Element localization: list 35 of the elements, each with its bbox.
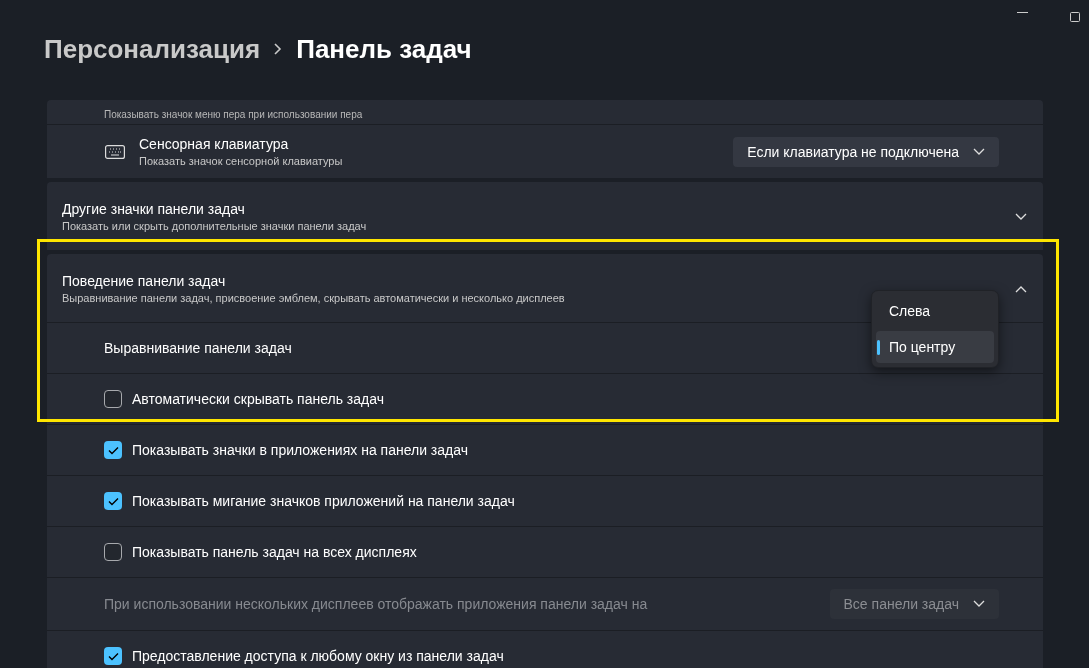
chevron-up-icon — [1015, 285, 1027, 293]
expander-card[interactable]: Другие значки панели задач Показать или скрыть дополнительные значки панели задач — [47, 182, 1043, 250]
checkbox[interactable] — [104, 647, 122, 665]
check-icon — [107, 445, 119, 455]
checkbox-label: Показывать значки в приложениях на панели задач — [132, 442, 468, 458]
setting-description: Показывать значок меню пера при использовании пера — [104, 109, 363, 120]
checkbox-label: Автоматически скрывать панель задач — [132, 391, 384, 407]
setting-description: Показать или скрыть дополнительные значки панели задач — [62, 219, 368, 232]
setting-description: Выравнивание панели задач, присвоение эмблем, скрывать автоматически и несколько дисплеев — [62, 291, 566, 304]
checkbox[interactable] — [104, 492, 122, 510]
setting-title: Другие значки панели задач — [62, 200, 246, 217]
menu-option[interactable]: По центру — [876, 331, 994, 363]
check-icon — [107, 651, 119, 661]
check-icon — [107, 496, 119, 506]
checkbox[interactable] — [104, 390, 122, 408]
chevron-right-icon — [274, 43, 283, 55]
setting-label: Выравнивание панели задач — [104, 340, 292, 356]
setting-title: Сенсорная клавиатура — [139, 136, 290, 152]
setting-title: Поведение панели задач — [62, 272, 227, 289]
chevron-down-icon — [973, 600, 985, 608]
breadcrumb-parent[interactable]: Персонализация — [44, 33, 261, 65]
checkbox-label: Предоставление доступа к любому окну из панели задач — [132, 648, 504, 664]
checkbox-label: Показывать мигание значков приложений на панели задач — [132, 493, 515, 509]
keyboard-dropdown[interactable]: Если клавиатура не подключена — [733, 136, 999, 167]
chevron-down-icon — [973, 147, 985, 156]
minimize-icon[interactable] — [1017, 12, 1028, 14]
maximize-icon[interactable] — [1070, 12, 1080, 22]
setting-description: Показать значок сенсорной клавиатуры — [139, 155, 344, 167]
page-title: Панель задач — [296, 33, 472, 65]
checkbox-label: Показывать панель задач на всех дисплеях — [132, 544, 417, 560]
setting-label: При использовании нескольких дисплеев отображать приложения панели задач на — [104, 596, 649, 612]
checkbox[interactable] — [104, 441, 122, 459]
keyboard-icon — [105, 144, 125, 159]
checkbox[interactable] — [104, 543, 122, 561]
chevron-down-icon — [1015, 213, 1027, 221]
